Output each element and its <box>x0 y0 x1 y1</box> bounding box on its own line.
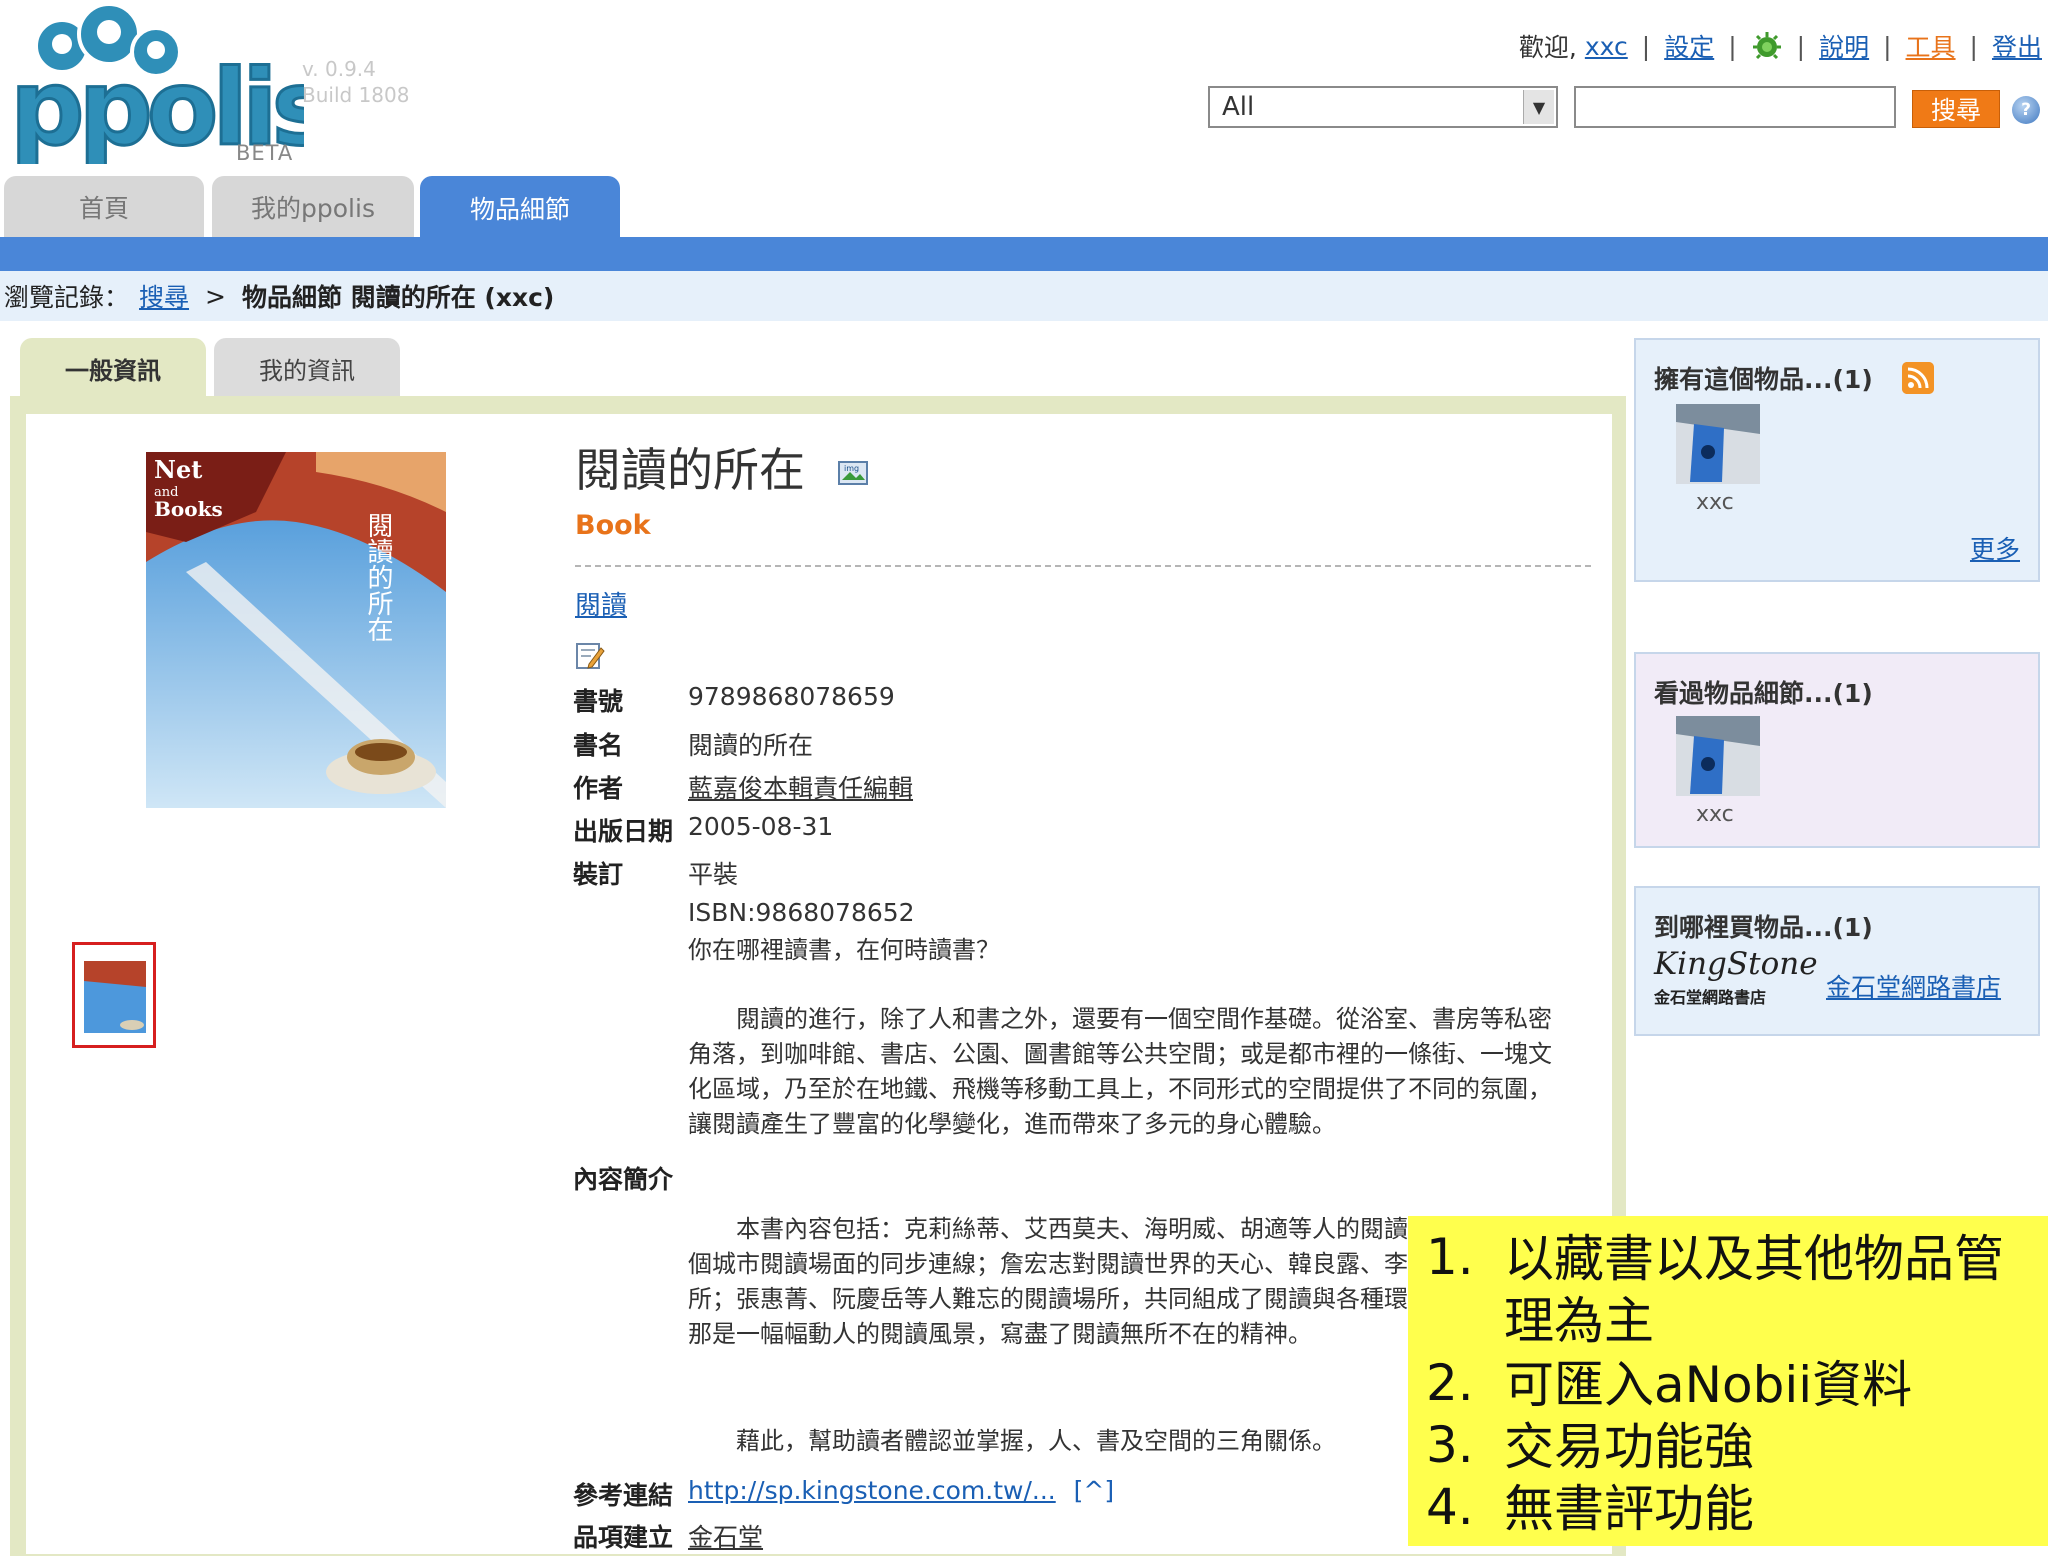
more-link[interactable]: 更多 <box>1970 530 2020 566</box>
svg-text:Books: Books <box>154 497 223 521</box>
breadcrumb-label: 瀏覽記錄： <box>4 283 130 312</box>
publish-date-value: 2005-08-31 <box>688 812 834 841</box>
owners-title: 擁有這個物品...(1) <box>1654 365 1873 394</box>
help-icon[interactable]: ? <box>2012 96 2040 124</box>
kingstone-store-link[interactable]: 金石堂網路書店 <box>1826 968 2001 1004</box>
beta-label: BETA <box>236 141 294 165</box>
reference-up-link[interactable]: [^] <box>1074 1476 1114 1505</box>
book-name-label: 書名 <box>573 731 624 760</box>
summary-label: 內容簡介 <box>573 1165 674 1194</box>
book-cover-image[interactable]: Net and Books 閱讀的所在 <box>146 452 446 808</box>
top-navigation: 歡迎, xxc | 設定 | | 說明 | 工具 | 登出 <box>1519 28 2042 64</box>
breadcrumb-separator: > <box>205 281 226 311</box>
owners-box: 擁有這個物品...(1) xxc 更多 <box>1634 338 2040 582</box>
reference-link[interactable]: http://sp.kingstone.com.tw/... <box>688 1476 1056 1505</box>
svg-text:閱讀的所在: 閱讀的所在 <box>363 512 393 642</box>
reference-label: 參考連結 <box>573 1481 674 1510</box>
viewer-avatar[interactable] <box>1676 716 1760 796</box>
user-link[interactable]: xxc <box>1585 32 1628 61</box>
reference-row: http://sp.kingstone.com.tw/... [^] <box>688 1476 1114 1505</box>
welcome-text: 歡迎, <box>1518 33 1577 62</box>
settings-link[interactable]: 設定 <box>1664 28 1714 64</box>
tab-my-ppolis[interactable]: 我的ppolis <box>212 176 414 238</box>
summary-paragraph-1: 閱讀的進行，除了人和書之外，還要有一個空間作基礎。從浴室、書房等私密角落，到咖啡… <box>688 1005 1552 1138</box>
book-name-value: 閱讀的所在 <box>688 731 814 760</box>
publish-date-label: 出版日期 <box>573 817 674 846</box>
svg-text:Net: Net <box>154 455 202 484</box>
help-link[interactable]: 說明 <box>1819 28 1869 64</box>
book-no-label: 書號 <box>573 687 624 716</box>
rss-feed-icon[interactable] <box>1902 362 1934 394</box>
book-no-value: 9789868078659 <box>688 682 895 711</box>
binding-label: 裝訂 <box>573 860 624 889</box>
created-by-link[interactable]: 金石堂 <box>688 1518 763 1554</box>
isbn-value: ISBN:9868078652 <box>688 898 915 927</box>
logout-link[interactable]: 登出 <box>1992 28 2042 64</box>
breadcrumb: 瀏覽記錄： 搜尋 > 物品細節 閱讀的所在 (xxc) <box>0 271 2048 321</box>
item-type: Book <box>575 510 651 541</box>
cover-thumbnail[interactable] <box>72 942 156 1048</box>
divider <box>575 565 1591 567</box>
viewer-name[interactable]: xxc <box>1696 802 1734 827</box>
chevron-down-icon[interactable]: ▼ <box>1523 90 1554 124</box>
image-upload-icon[interactable]: img <box>838 458 870 486</box>
created-label: 品項建立 <box>573 1523 674 1552</box>
tab-home[interactable]: 首頁 <box>4 176 204 238</box>
search-scope-select[interactable]: All ▼ <box>1208 86 1558 128</box>
where-to-buy-box: 到哪裡買物品...(1) KingStone 金石堂網路書店 金石堂網路書店 <box>1634 886 2040 1036</box>
annotation-note: 1. 以藏書以及其他物品管理為主 2. 可匯入aNobii資料 3. 交易功能強… <box>1408 1216 2048 1546</box>
summary-question: 你在哪裡讀書，在何時讀書？ <box>688 936 1000 964</box>
edit-icon[interactable] <box>575 640 605 670</box>
tag-link[interactable]: 閱讀 <box>575 585 627 622</box>
author-link[interactable]: 藍嘉俊本輯責任編輯 <box>688 769 913 805</box>
search-button[interactable]: 搜尋 <box>1912 90 2000 128</box>
breadcrumb-current: 物品細節 閱讀的所在 (xxc) <box>241 283 555 312</box>
search-input[interactable] <box>1574 86 1896 128</box>
search-scope-value: All <box>1222 92 1255 122</box>
version-label: v. 0.9.4 Build 1808 <box>302 57 410 107</box>
binding-value: 平裝 <box>688 860 739 889</box>
tab-my-info[interactable]: 我的資訊 <box>214 338 400 398</box>
ppolis-logo[interactable]: ppolis <box>4 4 304 164</box>
tab-item-detail[interactable]: 物品細節 <box>420 176 620 240</box>
viewers-title: 看過物品細節...(1) <box>1654 679 1873 708</box>
tab-bar <box>0 237 2048 271</box>
tab-general-info[interactable]: 一般資訊 <box>20 338 206 398</box>
author-label: 作者 <box>573 774 624 803</box>
breadcrumb-search-link[interactable]: 搜尋 <box>139 278 189 314</box>
item-title: 閱讀的所在 <box>575 443 805 497</box>
viewers-box: 看過物品細節...(1) xxc <box>1634 652 2040 848</box>
where-to-buy-title: 到哪裡買物品...(1) <box>1654 913 1873 942</box>
kingstone-logo[interactable]: KingStone 金石堂網路書店 <box>1654 946 1824 1022</box>
svg-text:img: img <box>844 464 859 473</box>
owner-avatar[interactable] <box>1676 404 1760 484</box>
owner-name[interactable]: xxc <box>1696 490 1734 515</box>
tools-link[interactable]: 工具 <box>1906 28 1956 64</box>
bug-report-icon[interactable] <box>1751 30 1783 62</box>
